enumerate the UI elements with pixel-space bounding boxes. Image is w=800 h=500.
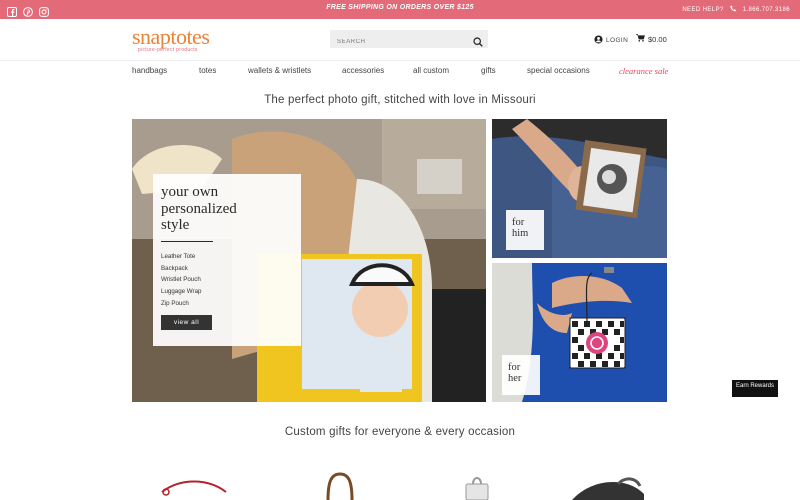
cart-link[interactable]: $0.00 (636, 34, 667, 44)
nav-item-all-custom[interactable]: all custom (413, 66, 449, 75)
shipping-promo: FREE SHIPPING ON ORDERS OVER $125 (326, 4, 474, 11)
for-her-banner[interactable]: for her (492, 263, 667, 402)
page-tagline: The perfect photo gift, stitched with lo… (264, 94, 536, 106)
cart-total: $0.00 (648, 34, 667, 44)
for-him-line: him (512, 228, 529, 239)
for-her-label: for her (502, 355, 540, 395)
earn-rewards-button[interactable]: Earn Rewards (732, 380, 778, 397)
view-all-button[interactable]: view all (161, 315, 212, 330)
for-him-label: for him (506, 210, 544, 250)
cart-icon (636, 34, 645, 44)
main-nav: handbags totes wallets & wristlets acces… (132, 66, 668, 78)
logo-wordmark: snaptotes (132, 24, 210, 49)
promo-card: your own personalized style Leather Tote… (153, 174, 301, 346)
phone-icon (729, 5, 737, 14)
nav-divider (0, 60, 800, 61)
nav-item-clearance[interactable]: clearance sale (619, 66, 668, 76)
nav-item-special-occasions[interactable]: special occasions (527, 66, 590, 75)
product-link-luggage-wrap[interactable]: Luggage Wrap (161, 286, 201, 298)
search-icon[interactable] (473, 34, 483, 47)
user-icon (594, 35, 603, 46)
section-title: Custom gifts for everyone & every occasi… (284, 426, 516, 438)
for-him-line: for (512, 217, 525, 228)
product-tote[interactable] (320, 470, 360, 500)
nav-item-totes[interactable]: totes (199, 66, 216, 75)
nav-item-wallets[interactable]: wallets & wristlets (248, 66, 311, 75)
login-label: LOGIN (606, 37, 629, 44)
promo-title-line: personalized (161, 200, 237, 217)
product-luggage-tag[interactable] (462, 470, 492, 500)
product-keychain-lanyard[interactable] (160, 470, 230, 500)
promo-title-line: your own (161, 184, 219, 200)
help-contact: NEED HELP? 1.866.707.3186 (682, 5, 790, 14)
phone-number[interactable]: 1.866.707.3186 (743, 7, 790, 13)
top-bar: FREE SHIPPING ON ORDERS OVER $125 NEED H… (0, 0, 800, 19)
need-help-link[interactable]: NEED HELP? (682, 7, 723, 13)
nav-item-gifts[interactable]: gifts (481, 66, 496, 75)
promo-title: your own personalized style (161, 184, 237, 234)
search-bar (330, 30, 488, 51)
nav-item-handbags[interactable]: handbags (132, 66, 167, 75)
product-link-zip-pouch[interactable]: Zip Pouch (161, 298, 201, 310)
product-link-backpack[interactable]: Backpack (161, 263, 201, 275)
for-her-line: for (508, 362, 521, 373)
for-him-banner[interactable]: for him (492, 119, 667, 258)
login-link[interactable]: LOGIN (594, 35, 628, 46)
product-link-wristlet-pouch[interactable]: Wristlet Pouch (161, 274, 201, 286)
search-input[interactable] (330, 33, 460, 51)
product-duffel[interactable] (568, 470, 648, 500)
hero-banner[interactable]: your own personalized style Leather Tote… (132, 119, 486, 402)
promo-title-line: style (161, 217, 190, 233)
for-her-line: her (508, 373, 522, 384)
site-logo[interactable]: snaptotes picture-perfect products (132, 24, 210, 54)
product-link-leather-tote[interactable]: Leather Tote (161, 251, 201, 263)
promo-divider (161, 241, 213, 242)
nav-item-accessories[interactable]: accessories (342, 66, 384, 75)
product-link-list: Leather Tote Backpack Wristlet Pouch Lug… (161, 251, 201, 310)
